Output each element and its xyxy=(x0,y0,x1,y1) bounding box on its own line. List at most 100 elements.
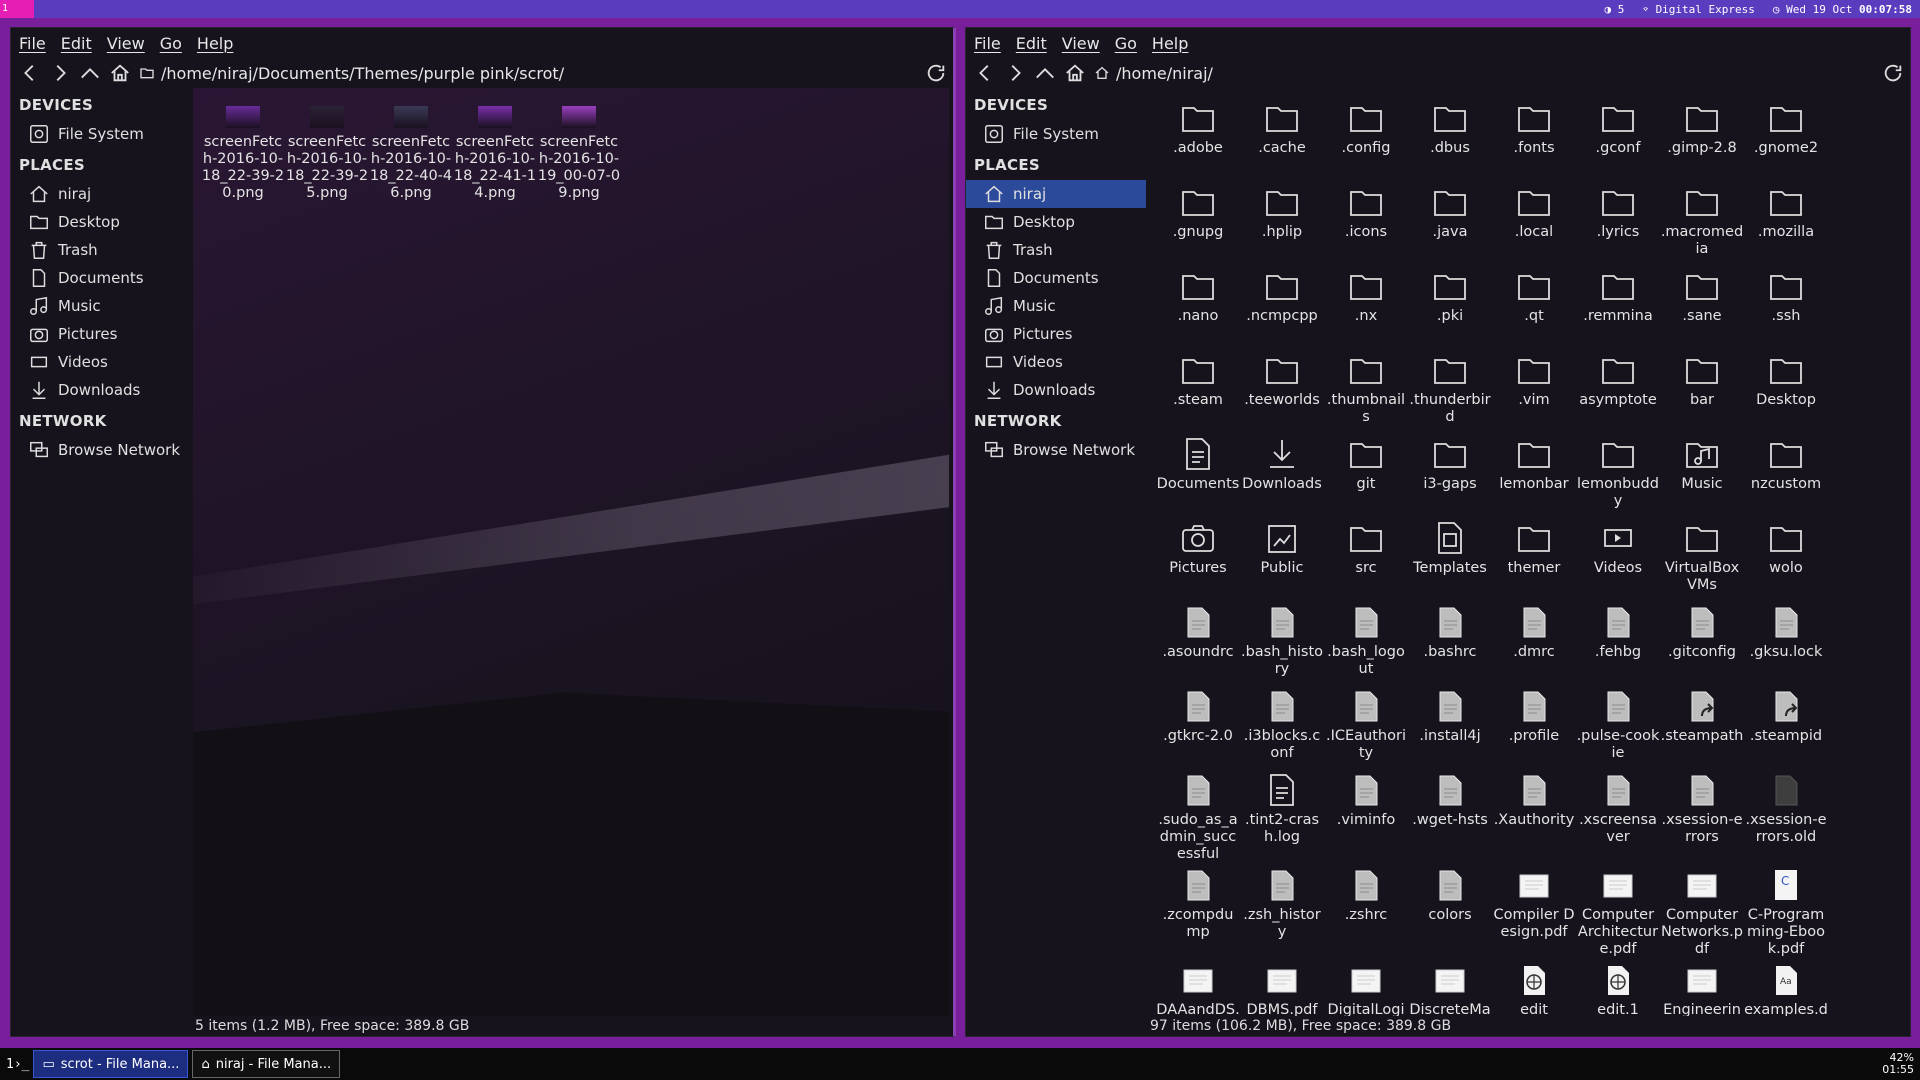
file-item-lyrics[interactable]: .lyrics xyxy=(1576,180,1660,264)
file-item-icons[interactable]: .icons xyxy=(1324,180,1408,264)
sidebar-item-browse-network[interactable]: Browse Network xyxy=(11,436,191,464)
menu-file[interactable]: File xyxy=(19,34,46,53)
file-item-lemonbar[interactable]: lemonbar xyxy=(1492,432,1576,516)
sidebar-item-downloads[interactable]: Downloads xyxy=(11,376,191,404)
file-item-dmrc[interactable]: .dmrc xyxy=(1492,600,1576,684)
file-item-zcompdump[interactable]: .zcompdump xyxy=(1156,863,1240,958)
file-item-nx[interactable]: .nx xyxy=(1324,264,1408,348)
file-item-gimp-2-8[interactable]: .gimp-2.8 xyxy=(1660,96,1744,180)
file-item-pulse-cookie[interactable]: .pulse-cookie xyxy=(1576,684,1660,768)
file-item-steampath[interactable]: .steampath xyxy=(1660,684,1744,768)
file-item-c-programming-ebook-pdf[interactable]: C C-Programming-Ebook.pdf xyxy=(1744,863,1828,958)
menu-view[interactable]: View xyxy=(107,34,145,53)
file-item-i3-gaps[interactable]: i3-gaps xyxy=(1408,432,1492,516)
file-item-dbus[interactable]: .dbus xyxy=(1408,96,1492,180)
file-item-gconf[interactable]: .gconf xyxy=(1576,96,1660,180)
terminal-launcher[interactable]: 1›_ xyxy=(0,1057,29,1072)
file-item-ncmpcpp[interactable]: .ncmpcpp xyxy=(1240,264,1324,348)
file-item-profile[interactable]: .profile xyxy=(1492,684,1576,768)
file-item-themer[interactable]: themer xyxy=(1492,516,1576,600)
sidebar-item-videos[interactable]: Videos xyxy=(11,348,191,376)
file-item-git[interactable]: git xyxy=(1324,432,1408,516)
file-item-sudo-as-admin-successful[interactable]: .sudo_as_admin_successful xyxy=(1156,768,1240,863)
sidebar-item-videos[interactable]: Videos xyxy=(966,348,1146,376)
file-item-fonts[interactable]: .fonts xyxy=(1492,96,1576,180)
file-item-bash-history[interactable]: .bash_history xyxy=(1240,600,1324,684)
file-view[interactable]: screenFetch-2016-10-18_22-39-20.png scree… xyxy=(193,88,949,1016)
file-item-bar[interactable]: bar xyxy=(1660,348,1744,432)
file-item-music[interactable]: Music xyxy=(1660,432,1744,516)
file-item-macromedia[interactable]: .macromedia xyxy=(1660,180,1744,264)
file-item-gitconfig[interactable]: .gitconfig xyxy=(1660,600,1744,684)
file-item-lemonbuddy[interactable]: lemonbuddy xyxy=(1576,432,1660,516)
file-item-steam[interactable]: .steam xyxy=(1156,348,1240,432)
file-item-asoundrc[interactable]: .asoundrc xyxy=(1156,600,1240,684)
sidebar-item-browse-network[interactable]: Browse Network xyxy=(966,436,1146,464)
sidebar-item-music[interactable]: Music xyxy=(966,292,1146,320)
file-item-ssh[interactable]: .ssh xyxy=(1744,264,1828,348)
sidebar-item-trash[interactable]: Trash xyxy=(966,236,1146,264)
menu-go[interactable]: Go xyxy=(160,34,182,53)
file-item-asymptote[interactable]: asymptote xyxy=(1576,348,1660,432)
screenshot-file[interactable]: screenFetch-2016-10-18_22-41-14.png xyxy=(453,96,537,202)
file-item-nano[interactable]: .nano xyxy=(1156,264,1240,348)
file-item-pictures[interactable]: Pictures xyxy=(1156,516,1240,600)
path-entry[interactable]: /home/niraj/Documents/Themes/purple pink… xyxy=(139,64,917,83)
screenshot-file[interactable]: screenFetch-2016-10-18_22-39-20.png xyxy=(201,96,285,202)
file-item-downloads[interactable]: Downloads xyxy=(1240,432,1324,516)
file-item-engineeringmaths[interactable]: EngineeringMaths xyxy=(1660,958,1744,1016)
file-item-teeworlds[interactable]: .teeworlds xyxy=(1240,348,1324,432)
file-item-templates[interactable]: Templates xyxy=(1408,516,1492,600)
file-item-steampid[interactable]: .steampid xyxy=(1744,684,1828,768)
file-item-config[interactable]: .config xyxy=(1324,96,1408,180)
sidebar-item-filesystem[interactable]: File System xyxy=(966,120,1146,148)
file-item-bashrc[interactable]: .bashrc xyxy=(1408,600,1492,684)
sidebar-item-documents[interactable]: Documents xyxy=(966,264,1146,292)
sidebar-item-downloads[interactable]: Downloads xyxy=(966,376,1146,404)
file-item-wget-hsts[interactable]: .wget-hsts xyxy=(1408,768,1492,863)
menu-help[interactable]: Help xyxy=(197,34,233,53)
file-item-hplip[interactable]: .hplip xyxy=(1240,180,1324,264)
menu-edit[interactable]: Edit xyxy=(1016,34,1047,53)
file-item-nzcustom[interactable]: nzcustom xyxy=(1744,432,1828,516)
file-item-vim[interactable]: .vim xyxy=(1492,348,1576,432)
file-item-local[interactable]: .local xyxy=(1492,180,1576,264)
file-item-java[interactable]: .java xyxy=(1408,180,1492,264)
file-item-viminfo[interactable]: .viminfo xyxy=(1324,768,1408,863)
file-item-bash-logout[interactable]: .bash_logout xyxy=(1324,600,1408,684)
file-item-discretemathematics[interactable]: DiscreteMathematics xyxy=(1408,958,1492,1016)
file-item-sane[interactable]: .sane xyxy=(1660,264,1744,348)
home-icon[interactable] xyxy=(109,62,131,84)
back-icon[interactable] xyxy=(19,62,41,84)
screenshot-file[interactable]: screenFetch-2016-10-18_22-39-25.png xyxy=(285,96,369,202)
file-item-examples-desktop[interactable]: Aa examples.desktop xyxy=(1744,958,1828,1016)
file-item-tint2-crash-log[interactable]: .tint2-crash.log xyxy=(1240,768,1324,863)
file-item-i3blocks-conf[interactable]: .i3blocks.conf xyxy=(1240,684,1324,768)
file-item-remmina[interactable]: .remmina xyxy=(1576,264,1660,348)
file-item-desktop[interactable]: Desktop xyxy=(1744,348,1828,432)
menu-help[interactable]: Help xyxy=(1152,34,1188,53)
file-item-videos[interactable]: Videos xyxy=(1576,516,1660,600)
file-item-fehbg[interactable]: .fehbg xyxy=(1576,600,1660,684)
sidebar-item-filesystem[interactable]: File System xyxy=(11,120,191,148)
menu-file[interactable]: File xyxy=(974,34,1001,53)
file-item-gtkrc-2-0[interactable]: .gtkrc-2.0 xyxy=(1156,684,1240,768)
reload-icon[interactable] xyxy=(925,62,947,84)
file-item-edit-1[interactable]: edit.1 xyxy=(1576,958,1660,1016)
file-view[interactable]: .adobe .cache .config .dbus .fonts .gconf .gim… xyxy=(1148,88,1906,1016)
file-item-daaandds-pdf[interactable]: DAAandDS.pdf xyxy=(1156,958,1240,1016)
file-item-qt[interactable]: .qt xyxy=(1492,264,1576,348)
sidebar-item-desktop[interactable]: Desktop xyxy=(11,208,191,236)
forward-icon[interactable] xyxy=(49,62,71,84)
file-item-gnupg[interactable]: .gnupg xyxy=(1156,180,1240,264)
file-item-gnome2[interactable]: .gnome2 xyxy=(1744,96,1828,180)
sidebar-item-pictures[interactable]: Pictures xyxy=(11,320,191,348)
menu-view[interactable]: View xyxy=(1062,34,1100,53)
back-icon[interactable] xyxy=(974,62,996,84)
file-item-thumbnails[interactable]: .thumbnails xyxy=(1324,348,1408,432)
home-icon[interactable] xyxy=(1064,62,1086,84)
file-item-thunderbird[interactable]: .thunderbird xyxy=(1408,348,1492,432)
sidebar-item-music[interactable]: Music xyxy=(11,292,191,320)
file-item-cache[interactable]: .cache xyxy=(1240,96,1324,180)
file-item-xscreensaver[interactable]: .xscreensaver xyxy=(1576,768,1660,863)
